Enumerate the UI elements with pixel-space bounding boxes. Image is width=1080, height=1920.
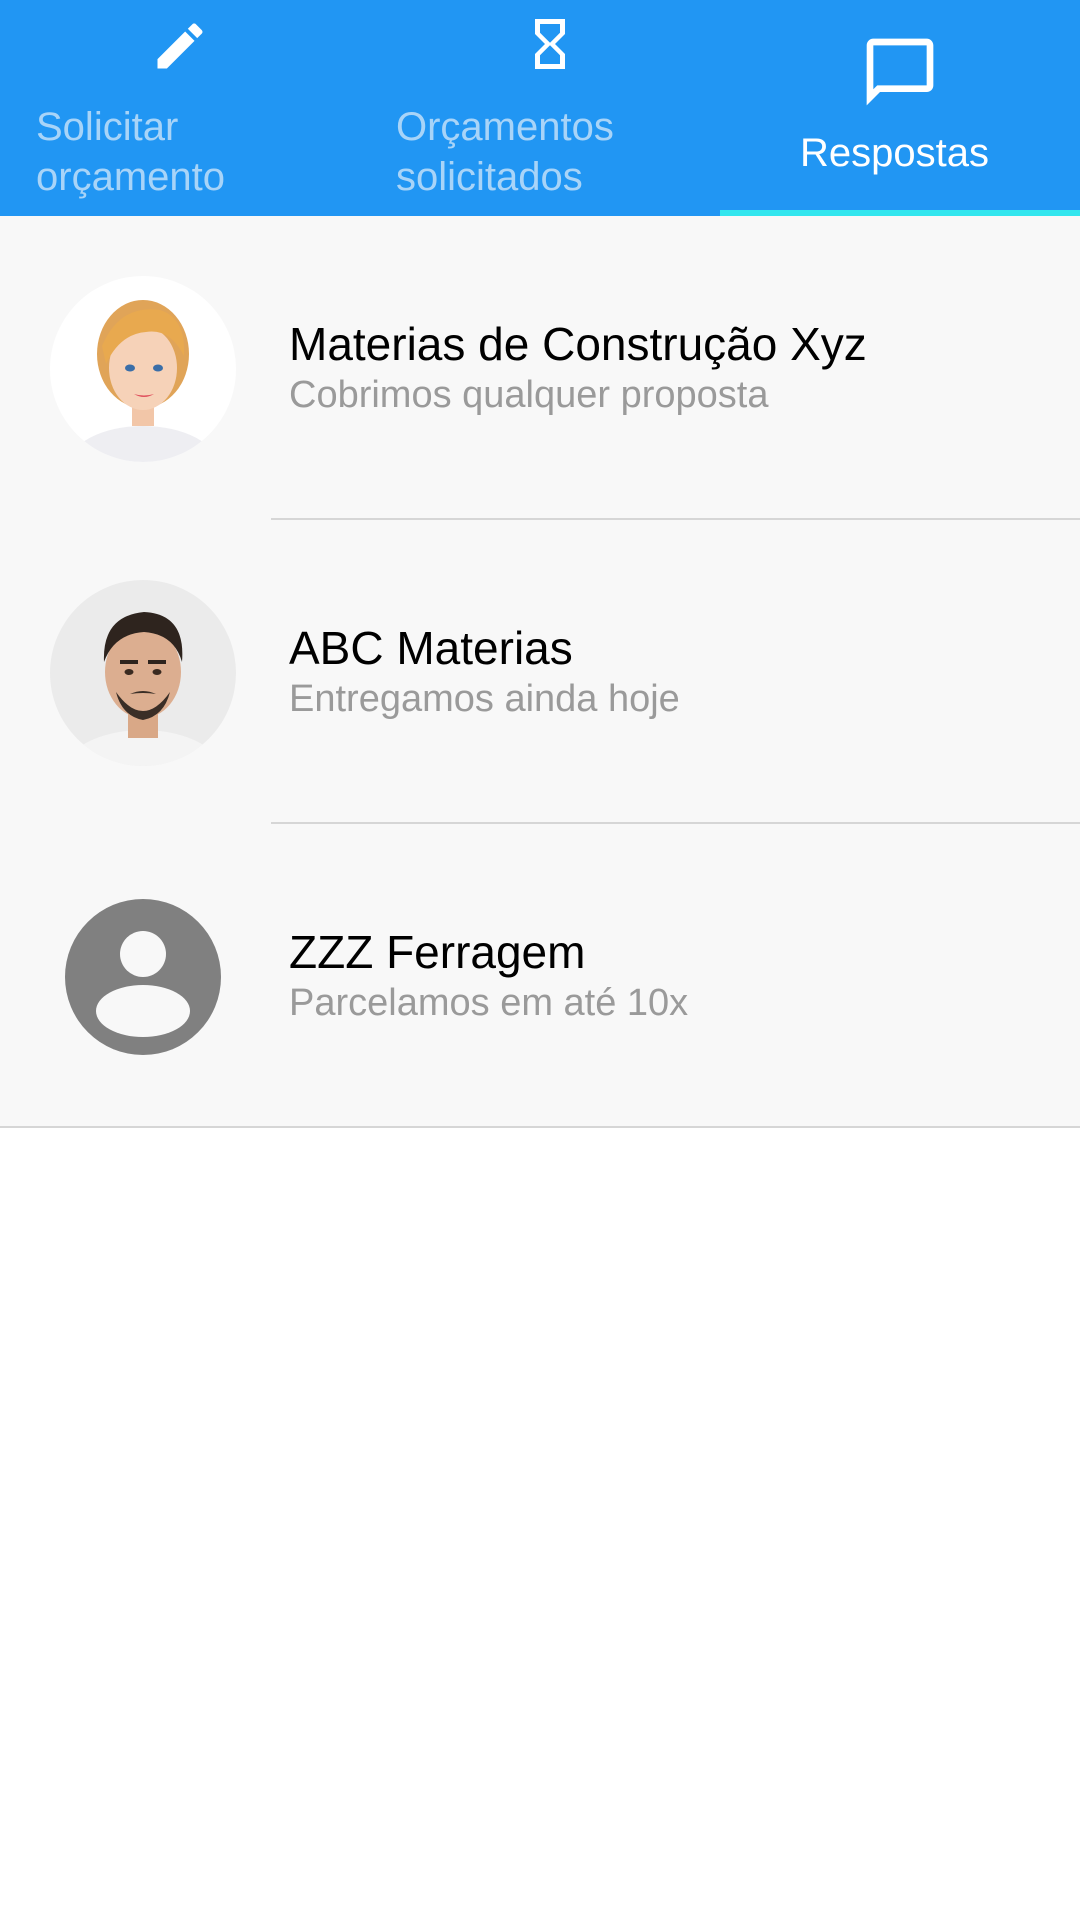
- tab-label: Orçamentos solicitados: [396, 105, 614, 199]
- company-name: Materias de Construção Xyz: [289, 318, 867, 370]
- response-message: Entregamos ainda hoje: [289, 678, 680, 720]
- list-item[interactable]: ZZZ Ferragem Parcelamos em até 10x: [0, 824, 1080, 1128]
- list-item[interactable]: Materias de Construção Xyz Cobrimos qual…: [0, 216, 1080, 520]
- response-message: Cobrimos qualquer proposta: [289, 374, 769, 416]
- tab-respostas[interactable]: Respostas: [720, 0, 1080, 216]
- tab-label: Respostas: [800, 131, 989, 175]
- company-name: ZZZ Ferragem: [289, 926, 586, 978]
- tab-solicitar-orcamento[interactable]: Solicitar orçamento: [0, 0, 360, 216]
- pencil-icon: [157, 23, 203, 69]
- responses-list: Materias de Construção Xyz Cobrimos qual…: [0, 216, 1080, 1128]
- hourglass-icon: [535, 19, 565, 69]
- chat-bubble-icon: [866, 38, 934, 106]
- response-message: Parcelamos em até 10x: [289, 982, 689, 1024]
- divider: [0, 1126, 1080, 1128]
- man-photo-avatar: [50, 580, 236, 766]
- company-name: ABC Materias: [289, 622, 573, 674]
- list-item[interactable]: ABC Materias Entregamos ainda hoje: [0, 520, 1080, 824]
- tab-label: Solicitar orçamento: [36, 105, 225, 199]
- woman-photo-avatar: [50, 276, 236, 462]
- tab-orcamentos-solicitados[interactable]: Orçamentos solicitados: [360, 0, 720, 216]
- default-person-icon: [50, 884, 236, 1070]
- tab-bar: Solicitar orçamento Orçamentos solicitad…: [0, 0, 1080, 216]
